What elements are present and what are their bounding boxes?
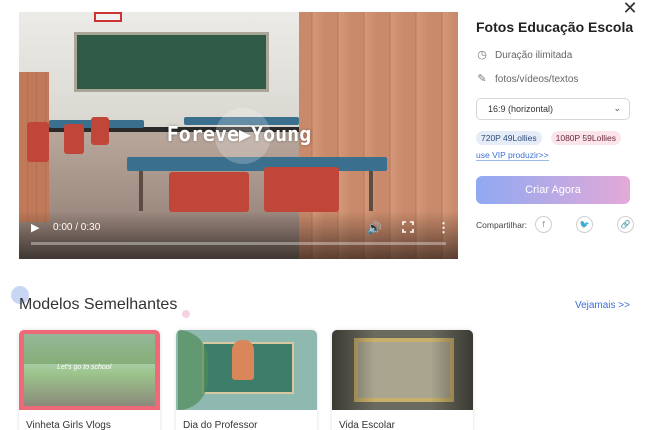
aspect-ratio-select[interactable]: 16:9 (horizontal) ⌄ — [476, 98, 630, 120]
thumbnail-caption: Let's go to school — [57, 364, 112, 371]
scene-flag — [94, 12, 122, 22]
thumb-teacher — [232, 340, 254, 380]
template-thumbnail: Let's go to school — [19, 330, 160, 410]
template-thumbnail — [332, 330, 473, 410]
video-time: 0:00 / 0:30 — [53, 222, 101, 233]
scene-chair — [91, 117, 109, 145]
scene-desk-leg — [369, 171, 373, 211]
create-now-button[interactable]: Criar Agora — [476, 176, 630, 204]
duration-text: Duração ilimitada — [495, 49, 573, 61]
decorative-dot — [182, 310, 190, 318]
duration-row: ◷ Duração ilimitada — [476, 48, 636, 62]
vip-link[interactable]: use VIP produzir>> — [476, 150, 549, 161]
play-icon[interactable]: ▶ — [31, 221, 45, 235]
template-card[interactable]: Let's go to school Vinheta Girls Vlogs — [19, 330, 160, 430]
template-card[interactable]: Dia do Professor — [176, 330, 317, 430]
fullscreen-icon[interactable] — [401, 220, 415, 234]
content-types-text: fotos/vídeos/textos — [495, 73, 579, 85]
scene-desk-leg — [139, 171, 143, 211]
template-detail-modal: ✕ Foreve▶Young ▶ 0:00 / 0:30 🔊 ⋮ Fotos E… — [0, 0, 650, 430]
chevron-down-icon: ⌄ — [613, 104, 621, 114]
badge-720p[interactable]: 720P 49Lollies — [476, 131, 542, 145]
template-card-label: Vida Escolar — [339, 420, 395, 430]
template-card-label: Vinheta Girls Vlogs — [26, 420, 111, 430]
see-more-link[interactable]: Vejamais >> — [575, 300, 630, 311]
video-overlay-title: Foreve▶Young — [166, 122, 312, 146]
template-info-panel: Fotos Educação Escola ◷ Duração ilimitad… — [476, 18, 636, 233]
facebook-icon[interactable]: f — [535, 216, 553, 233]
more-options-icon[interactable]: ⋮ — [437, 220, 450, 236]
template-thumbnail — [176, 330, 317, 410]
link-icon[interactable]: 🔗 — [617, 216, 635, 233]
aspect-ratio-value: 16:9 (horizontal) — [488, 104, 554, 114]
twitter-icon[interactable]: 🐦 — [576, 216, 594, 233]
template-card[interactable]: Vida Escolar — [332, 330, 473, 430]
edit-icon: ✎ — [477, 72, 487, 85]
share-row: Compartilhar: f 🐦 🔗 — [476, 216, 636, 233]
thumb-vignette — [332, 330, 473, 410]
badge-1080p[interactable]: 1080P 59Lollies — [550, 131, 621, 145]
template-title: Fotos Educação Escola — [476, 19, 634, 35]
scene-chair — [64, 124, 84, 154]
content-types-row: ✎ fotos/vídeos/textos — [476, 72, 636, 86]
video-progress-bar[interactable] — [31, 242, 446, 245]
share-label: Compartilhar: — [476, 219, 528, 230]
volume-icon[interactable]: 🔊 — [367, 220, 383, 236]
resolution-badges: 720P 49Lollies 1080P 59Lollies — [476, 131, 636, 145]
scene-chair — [27, 122, 49, 162]
template-card-label: Dia do Professor — [183, 420, 258, 430]
thumb-trees — [24, 334, 155, 364]
scene-chair — [169, 172, 249, 212]
clock-icon: ◷ — [477, 48, 487, 61]
close-icon[interactable]: ✕ — [620, 0, 640, 20]
similar-templates-section: Modelos Semelhantes Vejamais >> Let's go… — [0, 272, 650, 430]
scene-chalkboard — [74, 32, 269, 92]
video-controls: ▶ 0:00 / 0:30 🔊 ⋮ — [19, 211, 458, 259]
video-player[interactable]: Foreve▶Young ▶ 0:00 / 0:30 🔊 ⋮ — [19, 12, 458, 259]
section-title: Modelos Semelhantes — [19, 296, 178, 313]
scene-chair — [264, 167, 339, 212]
